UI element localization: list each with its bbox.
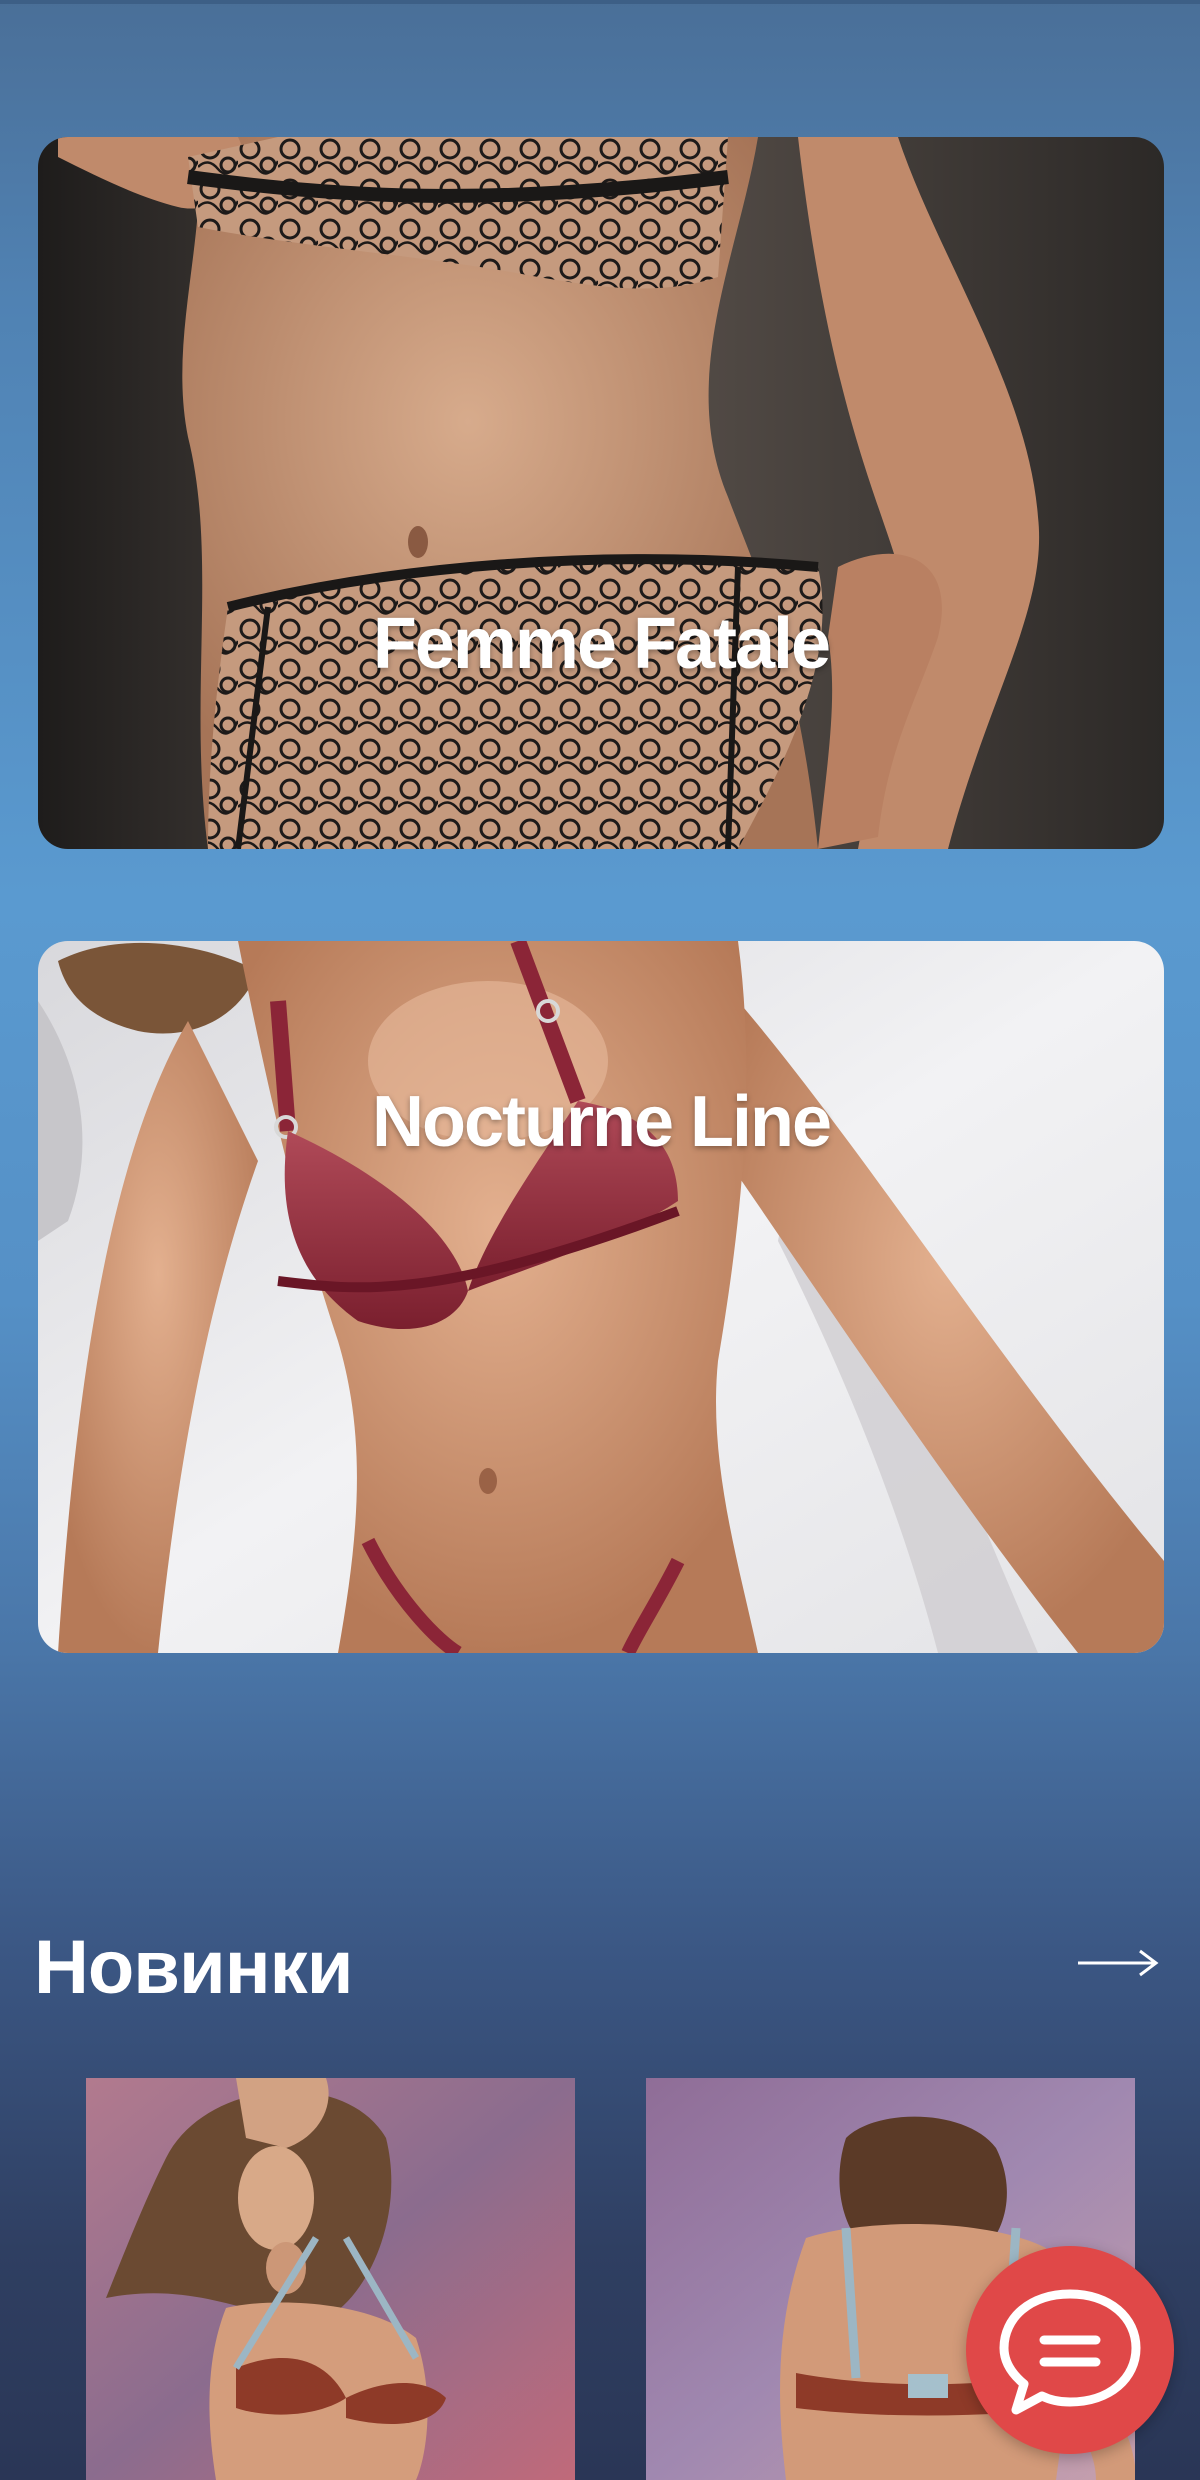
product-photo	[86, 2078, 575, 2480]
collection-title: Nocturne Line	[371, 1082, 832, 1162]
collection-photo-femme-fatale	[38, 137, 1164, 849]
collection-title: Femme Fatale	[372, 604, 831, 684]
new-arrivals-header: Новинки	[34, 1918, 1164, 2018]
chat-bubble-icon	[999, 2289, 1141, 2415]
collection-photo-nocturne-line	[38, 941, 1164, 1653]
collection-card-femme-fatale[interactable]: Femme Fatale	[38, 137, 1164, 849]
chat-button[interactable]	[966, 2246, 1174, 2454]
collection-card-nocturne-line[interactable]: Nocturne Line	[38, 941, 1164, 1653]
product-card[interactable]	[86, 2078, 575, 2480]
section-title: Новинки	[34, 1925, 353, 2010]
top-edge	[0, 0, 1200, 4]
arrow-right-icon[interactable]	[1074, 1938, 1164, 1988]
